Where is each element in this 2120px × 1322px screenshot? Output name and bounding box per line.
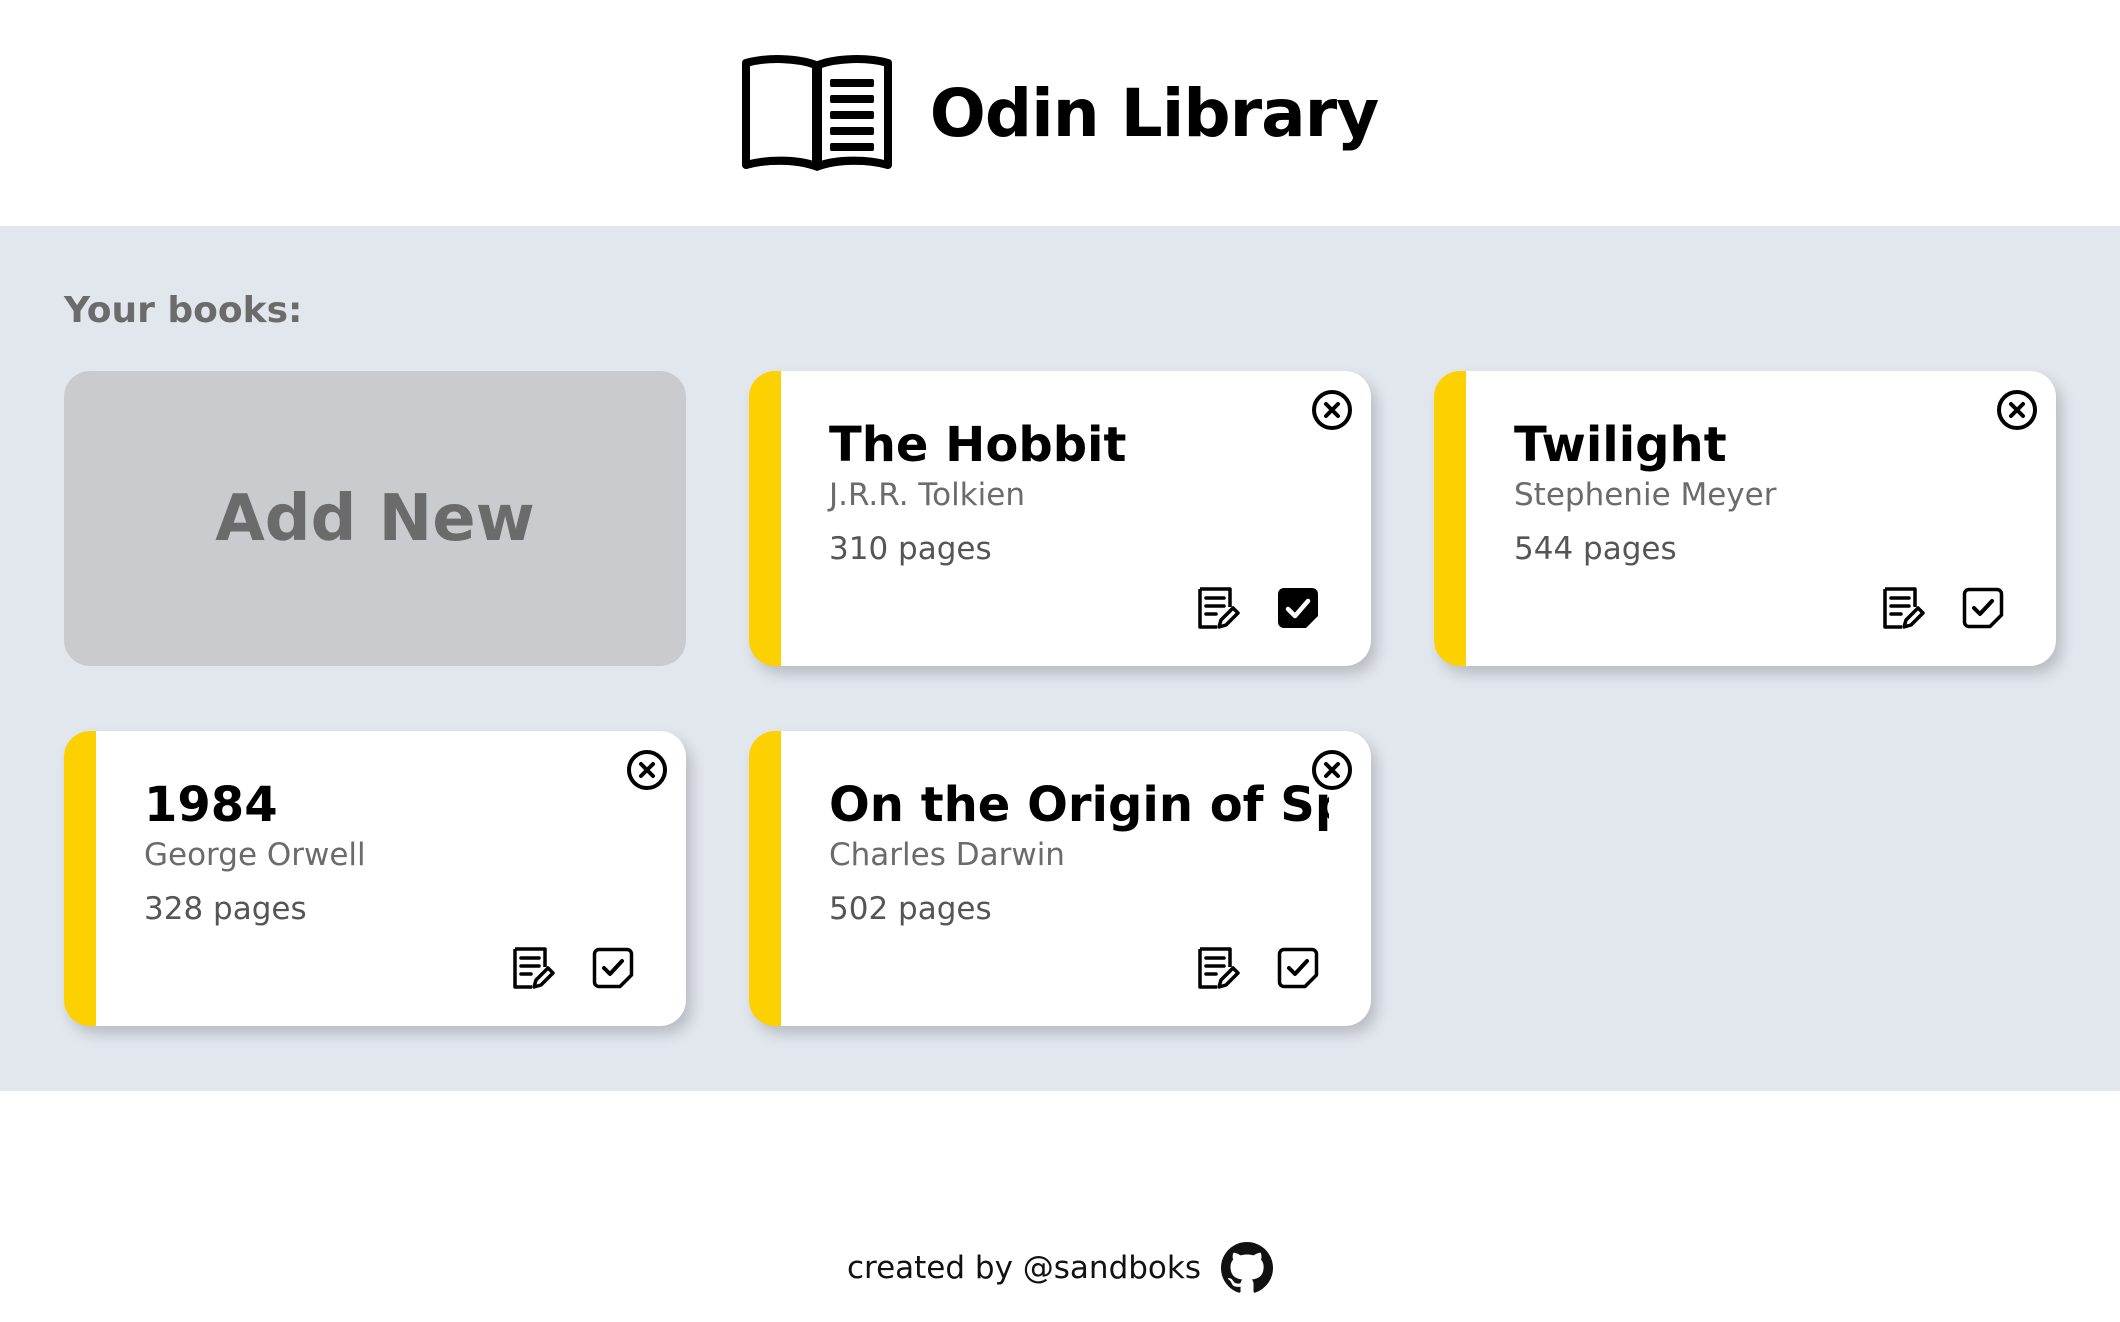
mark-read-button[interactable] [1275, 585, 1321, 631]
book-pages: 544 pages [1514, 531, 1677, 567]
books-section: Your books: Add New The Hobbit J.R.R. To… [0, 226, 2120, 1091]
section-label: Your books: [64, 290, 303, 331]
app-title: Odin Library [929, 74, 1380, 152]
book-card: On the Origin of Species Charles Darwin … [749, 731, 1371, 1026]
checkbox-outline-icon [1962, 587, 2004, 629]
edit-note-icon [1883, 587, 1925, 629]
book-title: 1984 [144, 777, 278, 833]
book-title: The Hobbit [829, 417, 1127, 473]
close-circle-icon [1312, 750, 1352, 790]
close-circle-icon [1312, 390, 1352, 430]
footer-credit: created by @sandboks [846, 1250, 1202, 1286]
remove-book-button[interactable] [1311, 389, 1353, 431]
edit-book-button[interactable] [510, 945, 556, 991]
remove-book-button[interactable] [1311, 749, 1353, 791]
book-card: The Hobbit J.R.R. Tolkien 310 pages [749, 371, 1371, 666]
mark-read-button[interactable] [1275, 945, 1321, 991]
book-card: 1984 George Orwell 328 pages [64, 731, 686, 1026]
book-pages: 328 pages [144, 891, 307, 927]
book-title: On the Origin of Species [829, 777, 1329, 833]
edit-note-icon [1198, 587, 1240, 629]
book-title: Twilight [1514, 417, 1727, 473]
edit-note-icon [513, 947, 555, 989]
book-author: Stephenie Meyer [1514, 477, 1777, 513]
close-circle-icon [627, 750, 667, 790]
book-pages: 310 pages [829, 531, 992, 567]
mark-read-button[interactable] [1960, 585, 2006, 631]
add-new-button[interactable]: Add New [64, 371, 686, 666]
book-author: Charles Darwin [829, 837, 1065, 873]
open-book-icon [741, 55, 892, 171]
mark-read-button[interactable] [590, 945, 636, 991]
app-header: Odin Library [0, 0, 2120, 226]
github-icon[interactable] [1221, 1242, 1274, 1294]
close-circle-icon [1997, 390, 2037, 430]
edit-book-button[interactable] [1880, 585, 1926, 631]
edit-book-button[interactable] [1195, 945, 1241, 991]
remove-book-button[interactable] [1996, 389, 2038, 431]
book-card: Twilight Stephenie Meyer 544 pages [1434, 371, 2056, 666]
book-pages: 502 pages [829, 891, 992, 927]
edit-note-icon [1198, 947, 1240, 989]
add-new-label: Add New [215, 481, 535, 556]
footer: created by @sandboks [0, 1091, 2120, 1322]
checkbox-outline-icon [592, 947, 634, 989]
remove-book-button[interactable] [626, 749, 668, 791]
edit-book-button[interactable] [1195, 585, 1241, 631]
book-author: George Orwell [144, 837, 366, 873]
checkbox-outline-icon [1277, 947, 1319, 989]
checkbox-checked-icon [1278, 588, 1318, 628]
book-author: J.R.R. Tolkien [829, 477, 1025, 513]
